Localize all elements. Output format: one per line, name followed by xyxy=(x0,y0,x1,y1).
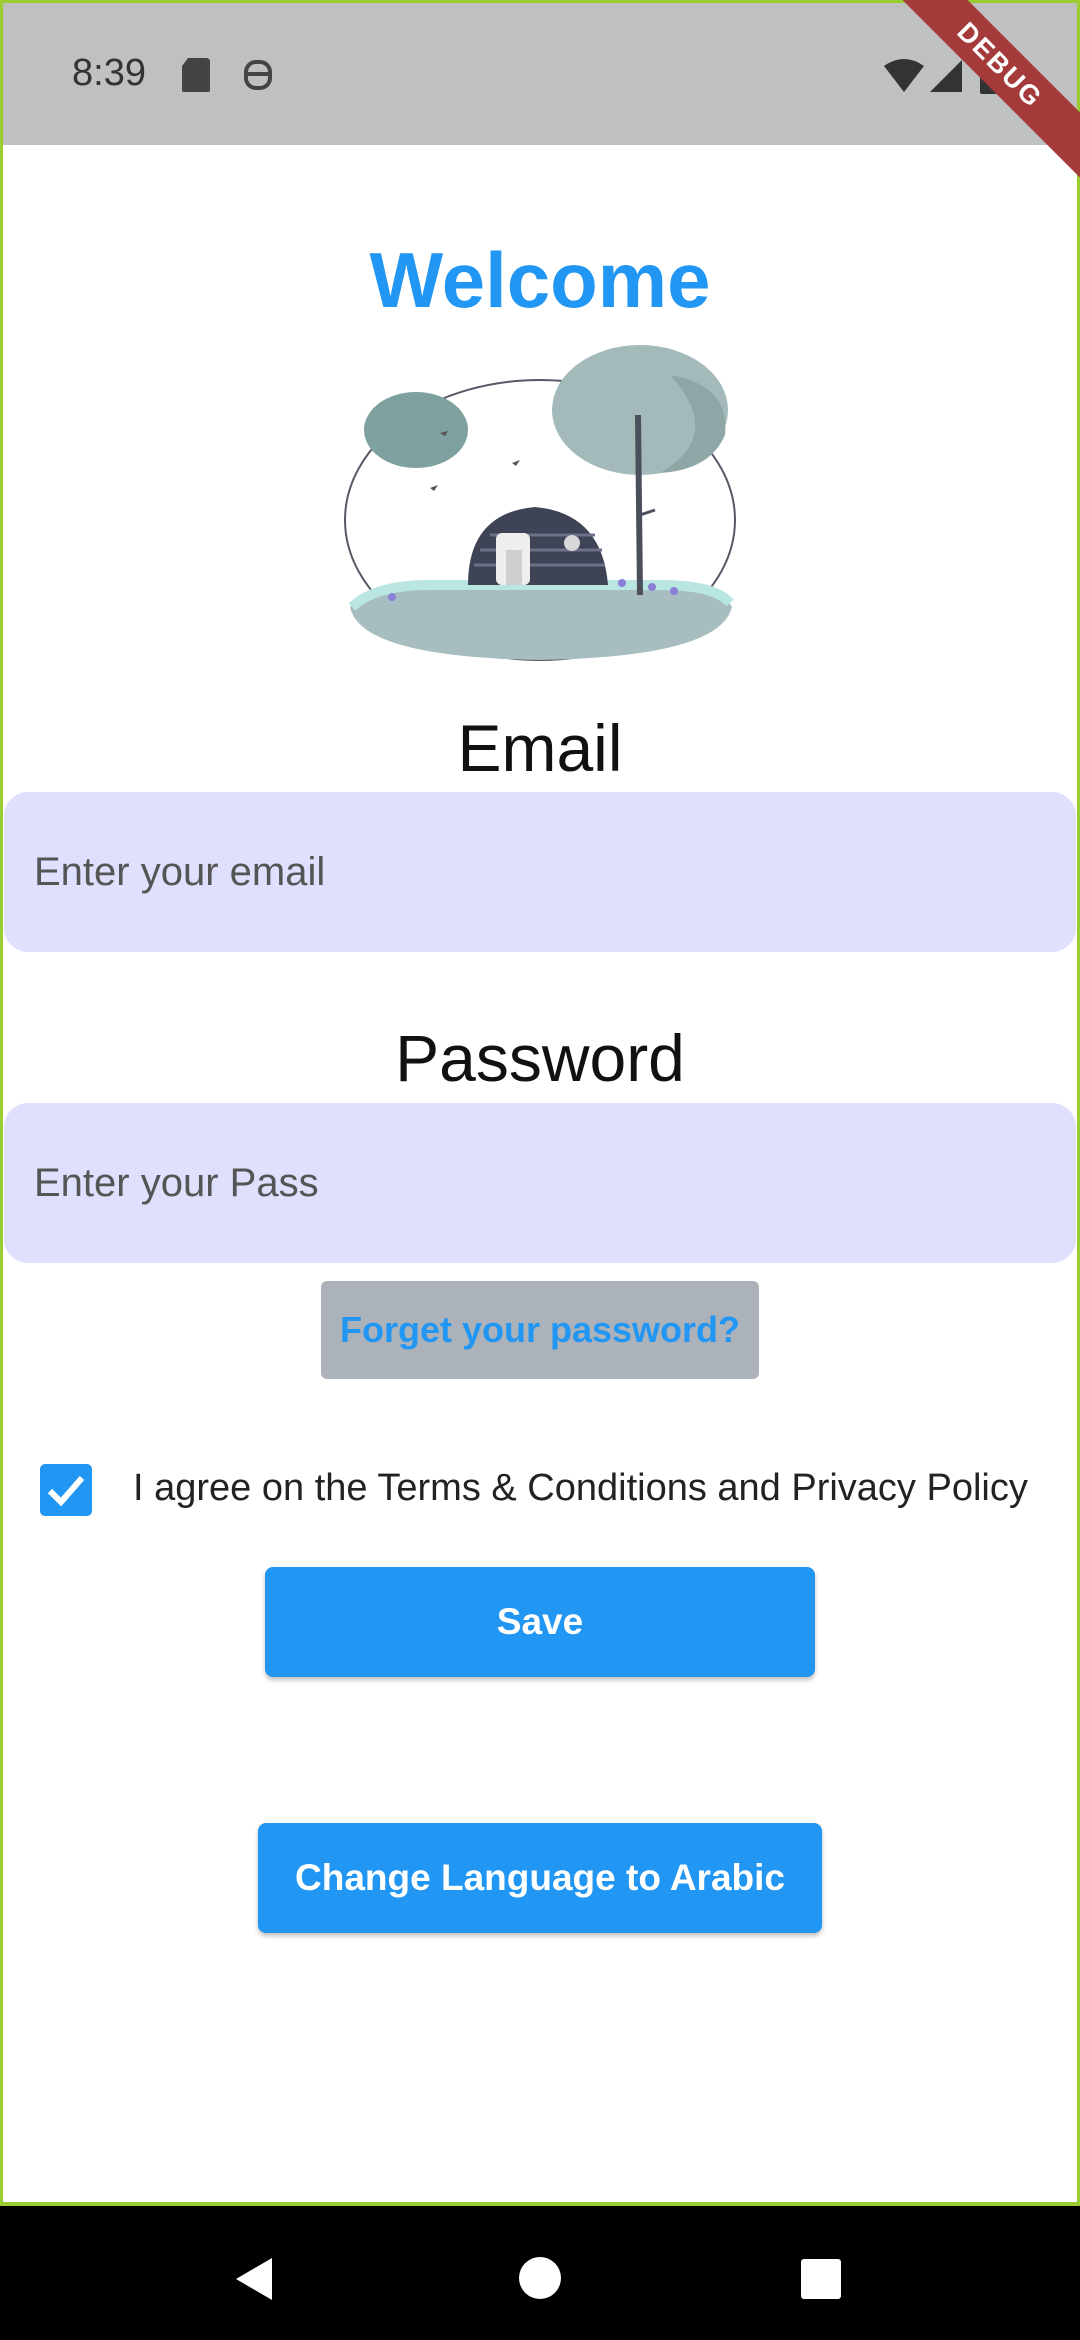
save-button[interactable]: Save xyxy=(265,1567,815,1677)
home-icon[interactable] xyxy=(518,2256,562,2300)
landscape-illustration xyxy=(344,345,736,661)
password-field[interactable]: Enter your Pass xyxy=(4,1103,1076,1263)
email-field[interactable]: Enter your email xyxy=(4,792,1076,952)
sd-card-icon xyxy=(182,58,210,92)
email-label: Email xyxy=(457,711,623,785)
password-label: Password xyxy=(395,1021,685,1095)
change-language-button[interactable]: Change Language to Arabic xyxy=(258,1823,822,1933)
back-icon[interactable] xyxy=(234,2256,274,2302)
signal-icon xyxy=(930,60,962,92)
email-placeholder: Enter your email xyxy=(34,849,326,894)
navigation-bar xyxy=(0,2206,1080,2340)
agree-text: I agree on the Terms & Conditions and Pr… xyxy=(133,1467,1028,1509)
status-time: 8:39 xyxy=(72,52,146,94)
recents-icon[interactable] xyxy=(800,2258,842,2300)
checkmark-icon xyxy=(47,1476,85,1507)
robot-icon xyxy=(244,60,272,90)
password-placeholder: Enter your Pass xyxy=(34,1160,319,1205)
status-bar: 8:39 xyxy=(0,0,1080,145)
wifi-icon xyxy=(884,59,924,92)
agree-checkbox[interactable] xyxy=(40,1464,92,1516)
forgot-password-button[interactable]: Forget your password? xyxy=(321,1281,759,1379)
page-title: Welcome xyxy=(369,236,711,324)
